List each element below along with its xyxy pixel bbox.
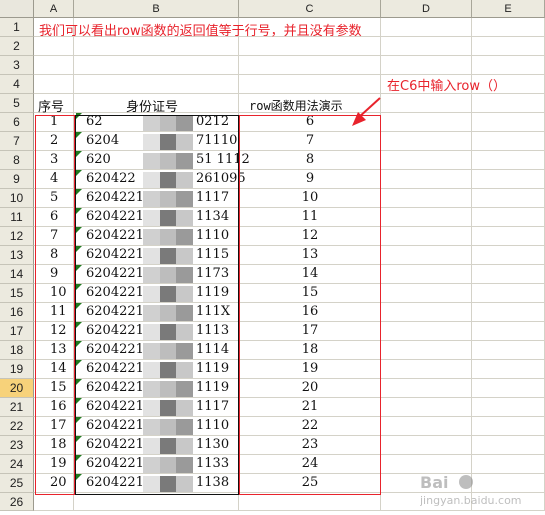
row-header-6[interactable]: 6 bbox=[0, 113, 34, 132]
row-demo-box bbox=[239, 115, 381, 495]
row-header-9[interactable]: 9 bbox=[0, 170, 34, 189]
row-header-3[interactable]: 3 bbox=[0, 56, 34, 75]
column-header-d[interactable]: D bbox=[381, 0, 472, 18]
header-seq[interactable]: 序号 bbox=[38, 96, 64, 115]
seq-column-box bbox=[35, 115, 75, 495]
row-header-13[interactable]: 13 bbox=[0, 246, 34, 265]
grid-hline bbox=[34, 510, 545, 511]
svg-text:jingyan.baidu.com: jingyan.baidu.com bbox=[420, 494, 522, 507]
row-header-26[interactable]: 26 bbox=[0, 493, 34, 511]
row-header-19[interactable]: 19 bbox=[0, 360, 34, 379]
row-header-8[interactable]: 8 bbox=[0, 151, 34, 170]
column-header-b[interactable]: B bbox=[74, 0, 239, 18]
column-header-c[interactable]: C bbox=[239, 0, 381, 18]
row-header-25[interactable]: 25 bbox=[0, 474, 34, 493]
row-header-7[interactable]: 7 bbox=[0, 132, 34, 151]
row-header-21[interactable]: 21 bbox=[0, 398, 34, 417]
row-header-22[interactable]: 22 bbox=[0, 417, 34, 436]
id-column-box bbox=[75, 115, 239, 495]
row-header-12[interactable]: 12 bbox=[0, 227, 34, 246]
grid-hline bbox=[34, 55, 545, 56]
svg-text:Bai: Bai bbox=[420, 473, 448, 492]
row-header-4[interactable]: 4 bbox=[0, 75, 34, 94]
row-header-5[interactable]: 5 bbox=[0, 94, 34, 113]
row-header-14[interactable]: 14 bbox=[0, 265, 34, 284]
row-header-20[interactable]: 20 bbox=[0, 379, 34, 398]
row-header-23[interactable]: 23 bbox=[0, 436, 34, 455]
callout-text: 在C6中输入row（） bbox=[387, 79, 506, 94]
row1-note: 我们可以看出row函数的返回值等于行号，并且没有参数 bbox=[39, 24, 362, 39]
row-header-10[interactable]: 10 bbox=[0, 189, 34, 208]
watermark-logo: Bai jingyan.baidu.com bbox=[419, 470, 540, 510]
row-header-18[interactable]: 18 bbox=[0, 341, 34, 360]
row-header-16[interactable]: 16 bbox=[0, 303, 34, 322]
column-header-e[interactable]: E bbox=[472, 0, 545, 18]
row-header-2[interactable]: 2 bbox=[0, 37, 34, 56]
row-header-17[interactable]: 17 bbox=[0, 322, 34, 341]
select-all-corner[interactable] bbox=[0, 0, 34, 18]
row-header-15[interactable]: 15 bbox=[0, 284, 34, 303]
column-header-a[interactable]: A bbox=[34, 0, 74, 18]
row-header-1[interactable]: 1 bbox=[0, 18, 34, 37]
header-id[interactable]: 身份证号 bbox=[126, 96, 178, 115]
row-header-11[interactable]: 11 bbox=[0, 208, 34, 227]
header-demo[interactable]: row函数用法演示 bbox=[249, 97, 343, 114]
row-header-24[interactable]: 24 bbox=[0, 455, 34, 474]
